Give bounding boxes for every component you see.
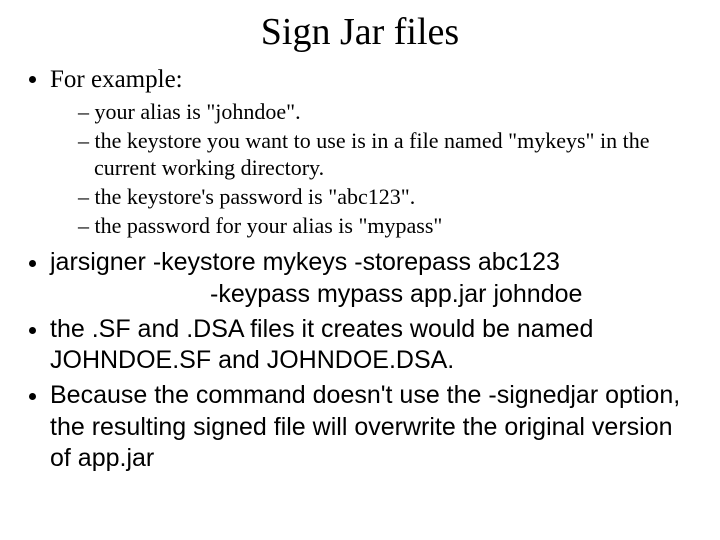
bullet-command: jarsigner -keystore mykeys -storepass ab… (50, 247, 692, 310)
sub-bullet-keystore-file: the keystore you want to use is in a fil… (78, 128, 692, 182)
bullet-text: For example: (50, 66, 183, 93)
command-line-2: -keypass mypass app.jar johndoe (50, 279, 692, 310)
bullet-overwrite-note: Because the command doesn't use the -sig… (50, 380, 692, 474)
sub-bullet-alias-password: the password for your alias is "mypass" (78, 213, 692, 240)
slide-title: Sign Jar files (28, 10, 692, 54)
bullet-for-example: For example: your alias is "johndoe". th… (50, 64, 692, 239)
slide: Sign Jar files For example: your alias i… (0, 0, 720, 540)
bullet-list: For example: your alias is "johndoe". th… (28, 64, 692, 474)
sub-bullet-keystore-password: the keystore's password is "abc123". (78, 184, 692, 211)
bullet-output-files: the .SF and .DSA files it creates would … (50, 314, 692, 377)
sub-bullet-list: your alias is "johndoe". the keystore yo… (50, 99, 692, 239)
command-line-1: jarsigner -keystore mykeys -storepass ab… (50, 248, 560, 276)
sub-bullet-alias: your alias is "johndoe". (78, 99, 692, 126)
